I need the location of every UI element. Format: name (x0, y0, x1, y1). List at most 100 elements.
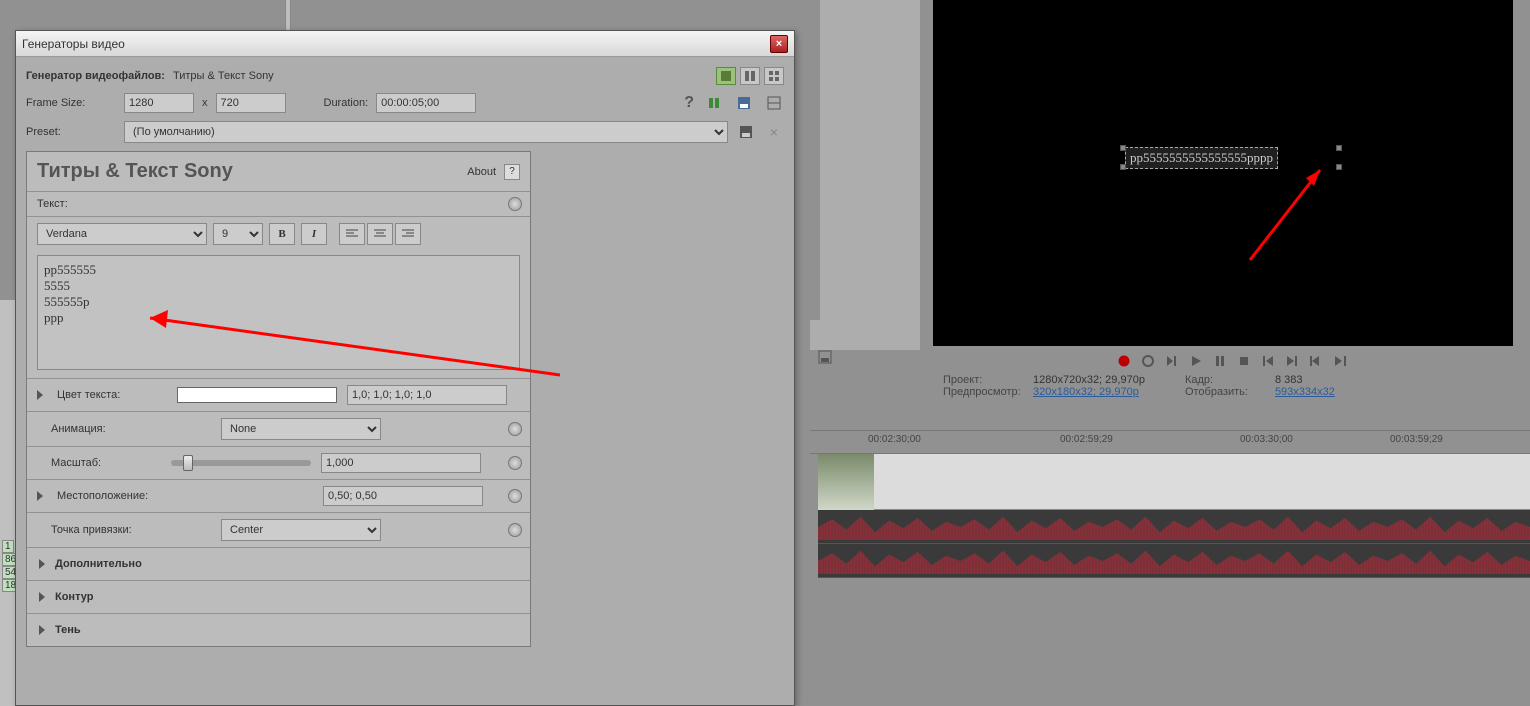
anchor-select[interactable]: Center (221, 519, 381, 541)
save-snapshot-icon[interactable] (810, 347, 840, 367)
play-button[interactable] (1187, 352, 1205, 370)
scale-slider[interactable] (171, 460, 311, 466)
advanced-section[interactable]: Дополнительно (27, 547, 530, 580)
audio-track-2[interactable] (818, 544, 1530, 578)
ruler-tick: 00:03:59;29 (1390, 434, 1443, 445)
frame-label: Кадр: (1185, 374, 1275, 386)
display-label: Отобразить: (1185, 386, 1275, 398)
pause-button[interactable] (1211, 352, 1229, 370)
font-size-select[interactable]: 9 (213, 223, 263, 245)
time-ruler[interactable]: 00:02:30;00 00:02:59;29 00:03:30;00 00:0… (810, 430, 1530, 454)
record-button[interactable] (1115, 352, 1133, 370)
ruler-tick: 00:02:30;00 (868, 434, 921, 445)
go-start-button[interactable] (1259, 352, 1277, 370)
bbox-handle[interactable] (1336, 145, 1342, 151)
duration-label: Duration: (324, 97, 369, 109)
ruler-tick: 00:02:59;29 (1060, 434, 1113, 445)
about-link[interactable]: About (467, 166, 496, 178)
titles-text-panel: Титры & Текст Sony About ? Текст: Verdan… (26, 151, 531, 647)
x-separator: x (202, 97, 208, 109)
bbox-handle[interactable] (1120, 164, 1126, 170)
play-start-button[interactable] (1163, 352, 1181, 370)
bold-button[interactable]: B (269, 223, 295, 245)
close-icon[interactable]: × (770, 35, 788, 53)
delete-icon[interactable]: × (764, 122, 784, 142)
keyframe-icon[interactable] (508, 197, 522, 211)
dialog-titlebar[interactable]: Генераторы видео × (16, 31, 794, 57)
help-icon[interactable]: ? (684, 94, 694, 112)
preset-label: Preset: (26, 126, 116, 138)
panel-divider[interactable] (285, 0, 291, 30)
keyframe-icon[interactable] (508, 422, 522, 436)
preview-corner (810, 320, 840, 350)
align-right-button[interactable] (395, 223, 421, 245)
video-preview (933, 0, 1513, 346)
preset-select[interactable]: (По умолчанию) (124, 121, 728, 143)
outline-section[interactable]: Контур (27, 580, 530, 613)
align-left-button[interactable] (339, 223, 365, 245)
panel-help-icon[interactable]: ? (504, 164, 520, 180)
color-swatch[interactable] (177, 387, 337, 403)
ruler-mark: 1 (2, 540, 14, 553)
prev-frame-button[interactable] (1307, 352, 1325, 370)
stop-button[interactable] (1235, 352, 1253, 370)
preview-label: Предпросмотр: (943, 386, 1033, 398)
next-frame-button[interactable] (1331, 352, 1349, 370)
view-mode-2-icon[interactable] (740, 67, 760, 85)
generator-label: Генератор видеофайлов: (26, 70, 165, 82)
keyframe-icon[interactable] (508, 456, 522, 470)
video-track[interactable] (818, 454, 1530, 510)
shadow-section[interactable]: Тень (27, 613, 530, 646)
save-preset-icon[interactable] (734, 93, 754, 113)
panel-title: Титры & Текст Sony (37, 160, 233, 183)
project-value: 1280x720x32; 29,970p (1033, 374, 1145, 386)
dialog-title: Генераторы видео (22, 37, 125, 51)
text-section-label: Текст: (37, 198, 147, 210)
scale-input[interactable] (321, 453, 481, 473)
transport-bar: Проект:1280x720x32; 29,970p Предпросмотр… (933, 350, 1530, 410)
expand-icon[interactable] (37, 390, 43, 400)
position-input[interactable] (323, 486, 483, 506)
bbox-handle[interactable] (1120, 145, 1126, 151)
audio-track-1[interactable] (818, 510, 1530, 544)
duration-input[interactable] (376, 93, 476, 113)
expand-icon (39, 559, 45, 569)
frame-value: 8 383 (1275, 374, 1303, 386)
frame-size-label: Frame Size: (26, 97, 116, 109)
frame-height-input[interactable] (216, 93, 286, 113)
plugin-chain-icon[interactable] (704, 93, 724, 113)
preview-value[interactable]: 320x180x32; 29,970p (1033, 386, 1139, 398)
view-mode-1-icon[interactable] (716, 67, 736, 85)
frame-width-input[interactable] (124, 93, 194, 113)
preview-title-overlay[interactable]: pp5555555555555555pppp (1125, 147, 1278, 169)
display-value[interactable]: 593x334x32 (1275, 386, 1335, 398)
expand-icon (39, 625, 45, 635)
color-rgba-input[interactable] (347, 385, 507, 405)
title-text-input[interactable]: pp555555 5555 555555p ppp (37, 255, 520, 370)
preview-side-panel (820, 0, 920, 350)
loop-button[interactable] (1139, 352, 1157, 370)
animation-select[interactable]: None (221, 418, 381, 440)
expand-icon[interactable] (37, 491, 43, 501)
expand-icon (39, 592, 45, 602)
slider-handle[interactable] (183, 455, 193, 471)
font-select[interactable]: Verdana (37, 223, 207, 245)
project-label: Проект: (943, 374, 1033, 386)
keyframe-icon[interactable] (508, 489, 522, 503)
view-mode-3-icon[interactable] (764, 67, 784, 85)
save-icon[interactable] (736, 122, 756, 142)
bbox-handle[interactable] (1336, 164, 1342, 170)
italic-button[interactable]: I (301, 223, 327, 245)
video-generators-dialog: Генераторы видео × Генератор видеофайлов… (15, 30, 795, 706)
animation-label: Анимация: (51, 423, 161, 435)
align-center-button[interactable] (367, 223, 393, 245)
position-label: Местоположение: (57, 490, 167, 502)
keyframe-icon[interactable] (508, 523, 522, 537)
clip-thumbnail[interactable] (818, 454, 874, 510)
generator-name: Титры & Текст Sony (173, 70, 274, 82)
scale-label: Масштаб: (51, 457, 161, 469)
properties-icon[interactable] (764, 93, 784, 113)
go-end-button[interactable] (1283, 352, 1301, 370)
timeline[interactable]: 00:02:30;00 00:02:59;29 00:03:30;00 00:0… (810, 430, 1530, 630)
text-color-label: Цвет текста: (57, 389, 167, 401)
